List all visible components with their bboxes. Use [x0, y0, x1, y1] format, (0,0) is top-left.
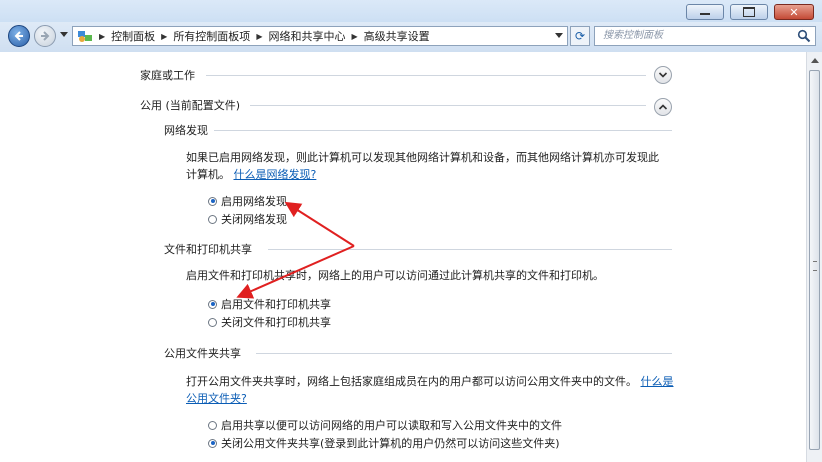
scroll-up-arrow-icon[interactable] — [811, 58, 819, 63]
radio-enable-network-discovery[interactable]: 启用网络发现 — [208, 193, 287, 209]
public-folder-sharing-description: 打开公用文件夹共享时，网络上包括家庭组成员在内的用户都可以访问公用文件夹中的文件… — [186, 373, 676, 407]
chevron-down-icon — [658, 72, 668, 78]
close-button[interactable]: ✕ — [774, 4, 814, 20]
divider — [256, 353, 672, 354]
breadcrumb-item-all-items[interactable]: 所有控制面板项 — [173, 28, 250, 44]
navigation-bar: ▶ 控制面板 ▶ 所有控制面板项 ▶ 网络和共享中心 ▶ 高级共享设置 ⟳ 搜索… — [0, 22, 822, 52]
back-button[interactable] — [8, 25, 30, 47]
search-input[interactable]: 搜索控制面板 — [594, 26, 816, 46]
address-dropdown-button[interactable] — [555, 33, 563, 38]
radio-label: 启用网络发现 — [221, 195, 287, 208]
public-folder-sharing-title: 公用文件夹共享 — [164, 347, 241, 360]
divider — [214, 130, 672, 131]
vertical-scrollbar[interactable] — [806, 52, 822, 462]
network-discovery-desc-line1: 如果已启用网络发现，则此计算机可以发现其他网络计算机和设备，而其他网络计算机亦可… — [186, 151, 659, 164]
refresh-icon: ⟳ — [574, 29, 586, 43]
radio-button[interactable] — [208, 214, 217, 224]
breadcrumb-separator: ▶ — [99, 31, 106, 41]
collapse-button[interactable] — [654, 98, 672, 116]
search-icon[interactable] — [797, 29, 811, 43]
radio-disable-public-folder-sharing[interactable]: 关闭公用文件夹共享(登录到此计算机的用户仍然可以访问这些文件夹) — [208, 435, 560, 451]
divider — [206, 75, 646, 76]
divider — [268, 249, 672, 250]
recent-pages-dropdown[interactable] — [60, 32, 68, 37]
radio-button-selected[interactable] — [208, 196, 217, 206]
breadcrumb-item-control-panel[interactable]: 控制面板 — [111, 28, 155, 44]
window-controls: ✕ — [686, 4, 814, 20]
section-public-header[interactable]: 公用 (当前配置文件) — [140, 97, 240, 113]
minimize-icon — [700, 13, 710, 15]
chevron-up-icon — [658, 104, 668, 110]
network-discovery-help-link[interactable]: 什么是网络发现? — [234, 168, 317, 181]
breadcrumb: 控制面板 ▶ 所有控制面板项 ▶ 网络和共享中心 ▶ 高级共享设置 — [111, 28, 429, 44]
close-icon: ✕ — [789, 5, 799, 19]
network-discovery-desc-line2: 计算机。 — [186, 168, 230, 181]
maximize-icon — [743, 7, 755, 17]
radio-enable-file-printer-sharing[interactable]: 启用文件和打印机共享 — [208, 296, 331, 312]
radio-label: 启用共享以便可以访问网络的用户可以读取和写入公用文件夹中的文件 — [221, 419, 562, 432]
breadcrumb-separator[interactable]: ▶ — [161, 32, 167, 41]
expand-button[interactable] — [654, 66, 672, 84]
radio-disable-file-printer-sharing[interactable]: 关闭文件和打印机共享 — [208, 314, 331, 330]
address-bar[interactable]: ▶ 控制面板 ▶ 所有控制面板项 ▶ 网络和共享中心 ▶ 高级共享设置 — [72, 26, 568, 46]
section-home-work-label: 家庭或工作 — [140, 69, 195, 82]
radio-enable-public-folder-sharing[interactable]: 启用共享以便可以访问网络的用户可以读取和写入公用文件夹中的文件 — [208, 417, 562, 433]
radio-button-selected[interactable] — [208, 299, 217, 309]
scrollbar-thumb[interactable] — [809, 70, 820, 450]
divider — [250, 105, 646, 106]
refresh-button[interactable]: ⟳ — [570, 26, 590, 46]
forward-button[interactable] — [34, 25, 56, 47]
radio-label: 关闭网络发现 — [221, 213, 287, 226]
network-discovery-title: 网络发现 — [164, 124, 208, 137]
section-public-label: 公用 (当前配置文件) — [140, 99, 241, 112]
control-panel-icon — [78, 31, 92, 42]
radio-button[interactable] — [208, 317, 217, 327]
breadcrumb-separator[interactable]: ▶ — [256, 32, 262, 41]
radio-label: 关闭文件和打印机共享 — [221, 316, 331, 329]
radio-label: 关闭公用文件夹共享(登录到此计算机的用户仍然可以访问这些文件夹) — [221, 437, 560, 450]
file-printer-sharing-title: 文件和打印机共享 — [164, 243, 252, 256]
breadcrumb-item-advanced-sharing[interactable]: 高级共享设置 — [364, 28, 430, 44]
back-arrow-icon — [14, 31, 23, 41]
radio-button[interactable] — [208, 420, 217, 430]
network-discovery-description: 如果已启用网络发现，则此计算机可以发现其他网络计算机和设备，而其他网络计算机亦可… — [186, 149, 676, 183]
file-printer-sharing-description: 启用文件和打印机共享时，网络上的用户可以访问通过此计算机共享的文件和打印机。 — [186, 269, 604, 282]
forward-arrow-icon — [41, 31, 50, 41]
search-placeholder: 搜索控制面板 — [603, 30, 663, 41]
grip-icon — [813, 261, 817, 271]
radio-disable-network-discovery[interactable]: 关闭网络发现 — [208, 211, 287, 227]
minimize-button[interactable] — [686, 4, 724, 20]
maximize-button[interactable] — [730, 4, 768, 20]
radio-label: 启用文件和打印机共享 — [221, 298, 331, 311]
section-home-work-header[interactable]: 家庭或工作 — [140, 67, 195, 83]
breadcrumb-item-network-center[interactable]: 网络和共享中心 — [268, 28, 345, 44]
radio-button-selected[interactable] — [208, 438, 217, 448]
breadcrumb-separator[interactable]: ▶ — [351, 32, 357, 41]
public-folder-desc-text: 打开公用文件夹共享时，网络上包括家庭组成员在内的用户都可以访问公用文件夹中的文件… — [186, 375, 637, 388]
